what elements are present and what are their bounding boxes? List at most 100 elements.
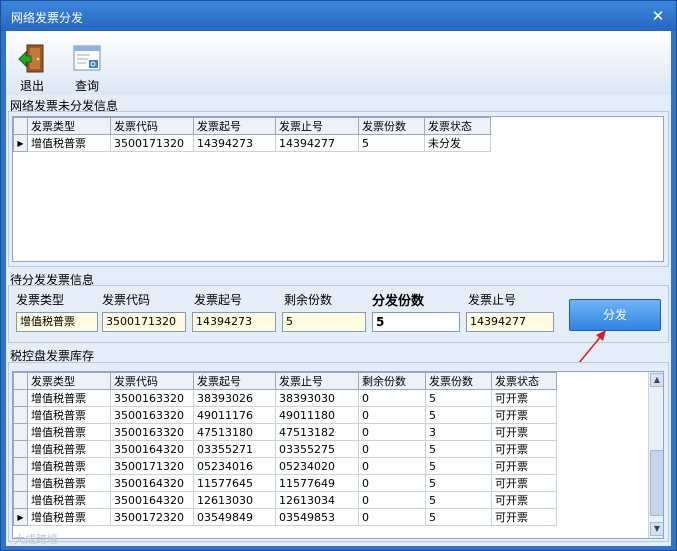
table-row[interactable]: 增值税普票 3500164320 11577645 11577649 0 5 可开票 [13, 474, 557, 492]
table-cell: 3500163320 [110, 406, 194, 424]
table-cell: 可开票 [491, 491, 557, 509]
table-cell: 3500163320 [110, 389, 194, 407]
table-cell: 12613034 [275, 491, 359, 509]
end-number-field[interactable]: 14394277 [466, 312, 554, 332]
exit-button[interactable]: 退出 [12, 43, 52, 94]
vertical-scrollbar[interactable]: ▲ ▼ [648, 372, 663, 538]
table-row[interactable]: 增值税普票 3500163320 49011176 49011180 0 5 可开票 [13, 406, 557, 424]
table-row[interactable]: ▶ 增值税普票 3500171320 14394273 14394277 5 未… [13, 134, 491, 152]
column-header[interactable]: 发票类型 [27, 372, 111, 390]
table-row[interactable]: ▶ 增值税普票 3500172320 03549849 03549853 0 5 可开票 [13, 508, 557, 526]
window: 网络发票分发 ✕ 退出 查询 网络发票未分发信息 发票类型 发票代码 发票起号 … [0, 0, 677, 551]
end-number-label: 发票止号 [468, 293, 517, 307]
row-header-corner [13, 372, 28, 390]
row-header [13, 457, 28, 475]
code-field[interactable]: 3500171320 [102, 312, 186, 332]
table-cell: 3500163320 [110, 423, 194, 441]
table-cell: 未分发 [424, 134, 491, 152]
row-pointer-icon: ▶ [13, 508, 28, 526]
client-area: 退出 查询 网络发票未分发信息 发票类型 发票代码 发票起号 发票止号 发票份数… [6, 31, 671, 546]
column-header[interactable]: 发票代码 [110, 117, 194, 135]
window-title: 网络发票分发 [11, 11, 84, 25]
start-number-field[interactable]: 14394273 [192, 312, 276, 332]
table-cell: 3500164320 [110, 440, 194, 458]
table-cell: 0 [358, 457, 426, 475]
table-cell: 38393026 [193, 389, 276, 407]
column-header[interactable]: 发票份数 [358, 117, 425, 135]
column-header[interactable]: 发票类型 [27, 117, 111, 135]
scroll-up-icon[interactable]: ▲ [650, 373, 663, 387]
row-header [13, 491, 28, 509]
table-cell: 5 [358, 134, 425, 152]
column-header[interactable]: 发票代码 [110, 372, 194, 390]
query-window-icon [72, 43, 102, 75]
table-cell: 47513182 [275, 423, 359, 441]
table-cell: 5 [425, 440, 492, 458]
table-cell: 可开票 [491, 406, 557, 424]
table-cell: 0 [358, 491, 426, 509]
scroll-thumb[interactable] [650, 450, 663, 516]
table-cell: 47513180 [193, 423, 276, 441]
table-cell: 11577649 [275, 474, 359, 492]
table-row[interactable]: 增值税普票 3500163320 47513180 47513182 0 3 可开票 [13, 423, 557, 441]
query-label: 查询 [74, 79, 99, 93]
column-header[interactable]: 发票止号 [275, 117, 359, 135]
table-cell: 0 [358, 474, 426, 492]
start-number-label: 发票起号 [194, 293, 243, 307]
table-cell: 05234016 [193, 457, 276, 475]
table-row[interactable]: 增值税普票 3500164320 03355271 03355275 0 5 可开票 [13, 440, 557, 458]
code-label: 发票代码 [102, 293, 151, 307]
close-button[interactable]: ✕ [648, 6, 668, 26]
remaining-count-field[interactable]: 5 [282, 312, 366, 332]
table-cell: 03549849 [193, 508, 276, 526]
scroll-down-icon[interactable]: ▼ [650, 522, 663, 536]
column-header[interactable]: 剩余份数 [358, 372, 426, 390]
row-header-corner [13, 117, 28, 135]
distribute-count-field[interactable]: 5 [372, 312, 460, 332]
undistributed-grid[interactable]: 发票类型 发票代码 发票起号 发票止号 发票份数 发票状态 ▶ 增值税普票 35… [12, 116, 664, 262]
table-cell: 5 [425, 491, 492, 509]
table-cell: 可开票 [491, 440, 557, 458]
table-cell: 增值税普票 [27, 508, 111, 526]
column-header[interactable]: 发票止号 [275, 372, 359, 390]
inventory-grid[interactable]: 发票类型 发票代码 发票起号 发票止号 剩余份数 发票份数 发票状态 增值税普票… [12, 371, 664, 539]
table-cell: 5 [425, 389, 492, 407]
column-header[interactable]: 发票起号 [193, 117, 276, 135]
table-row[interactable]: 增值税普票 3500164320 12613030 12613034 0 5 可开票 [13, 491, 557, 509]
table-row[interactable]: 增值税普票 3500163320 38393026 38393030 0 5 可开票 [13, 389, 557, 407]
table-cell: 3500164320 [110, 491, 194, 509]
table-row[interactable]: 增值税普票 3500171320 05234016 05234020 0 5 可开票 [13, 457, 557, 475]
table-cell: 增值税普票 [27, 457, 111, 475]
row-header [13, 389, 28, 407]
table-cell: 49011176 [193, 406, 276, 424]
table-cell: 可开票 [491, 457, 557, 475]
table-cell: 14394277 [275, 134, 359, 152]
exit-label: 退出 [19, 79, 44, 93]
table-cell: 05234020 [275, 457, 359, 475]
table-cell: 增值税普票 [27, 440, 111, 458]
table-cell: 可开票 [491, 508, 557, 526]
table-cell: 3500171320 [110, 134, 194, 152]
table-cell: 0 [358, 389, 426, 407]
column-header[interactable]: 发票起号 [193, 372, 276, 390]
table-cell: 5 [425, 457, 492, 475]
table-header-row: 发票类型 发票代码 发票起号 发票止号 剩余份数 发票份数 发票状态 [13, 372, 557, 390]
distribute-count-label: 分发份数 [372, 294, 425, 309]
table-cell: 0 [358, 440, 426, 458]
table-cell: 3500172320 [110, 508, 194, 526]
table-cell: 0 [358, 406, 426, 424]
column-header[interactable]: 发票状态 [491, 372, 557, 390]
table-cell: 增值税普票 [27, 423, 111, 441]
table-cell: 可开票 [491, 423, 557, 441]
table-cell: 12613030 [193, 491, 276, 509]
column-header[interactable]: 发票状态 [424, 117, 491, 135]
title-bar[interactable]: 网络发票分发 ✕ [1, 1, 676, 31]
type-field[interactable]: 增值税普票 [16, 312, 98, 332]
query-button[interactable]: 查询 [67, 43, 107, 94]
row-header [13, 406, 28, 424]
table-cell: 5 [425, 474, 492, 492]
table-cell: 可开票 [491, 389, 557, 407]
table-cell: 增值税普票 [27, 491, 111, 509]
table-cell: 5 [425, 508, 492, 526]
column-header[interactable]: 发票份数 [425, 372, 492, 390]
